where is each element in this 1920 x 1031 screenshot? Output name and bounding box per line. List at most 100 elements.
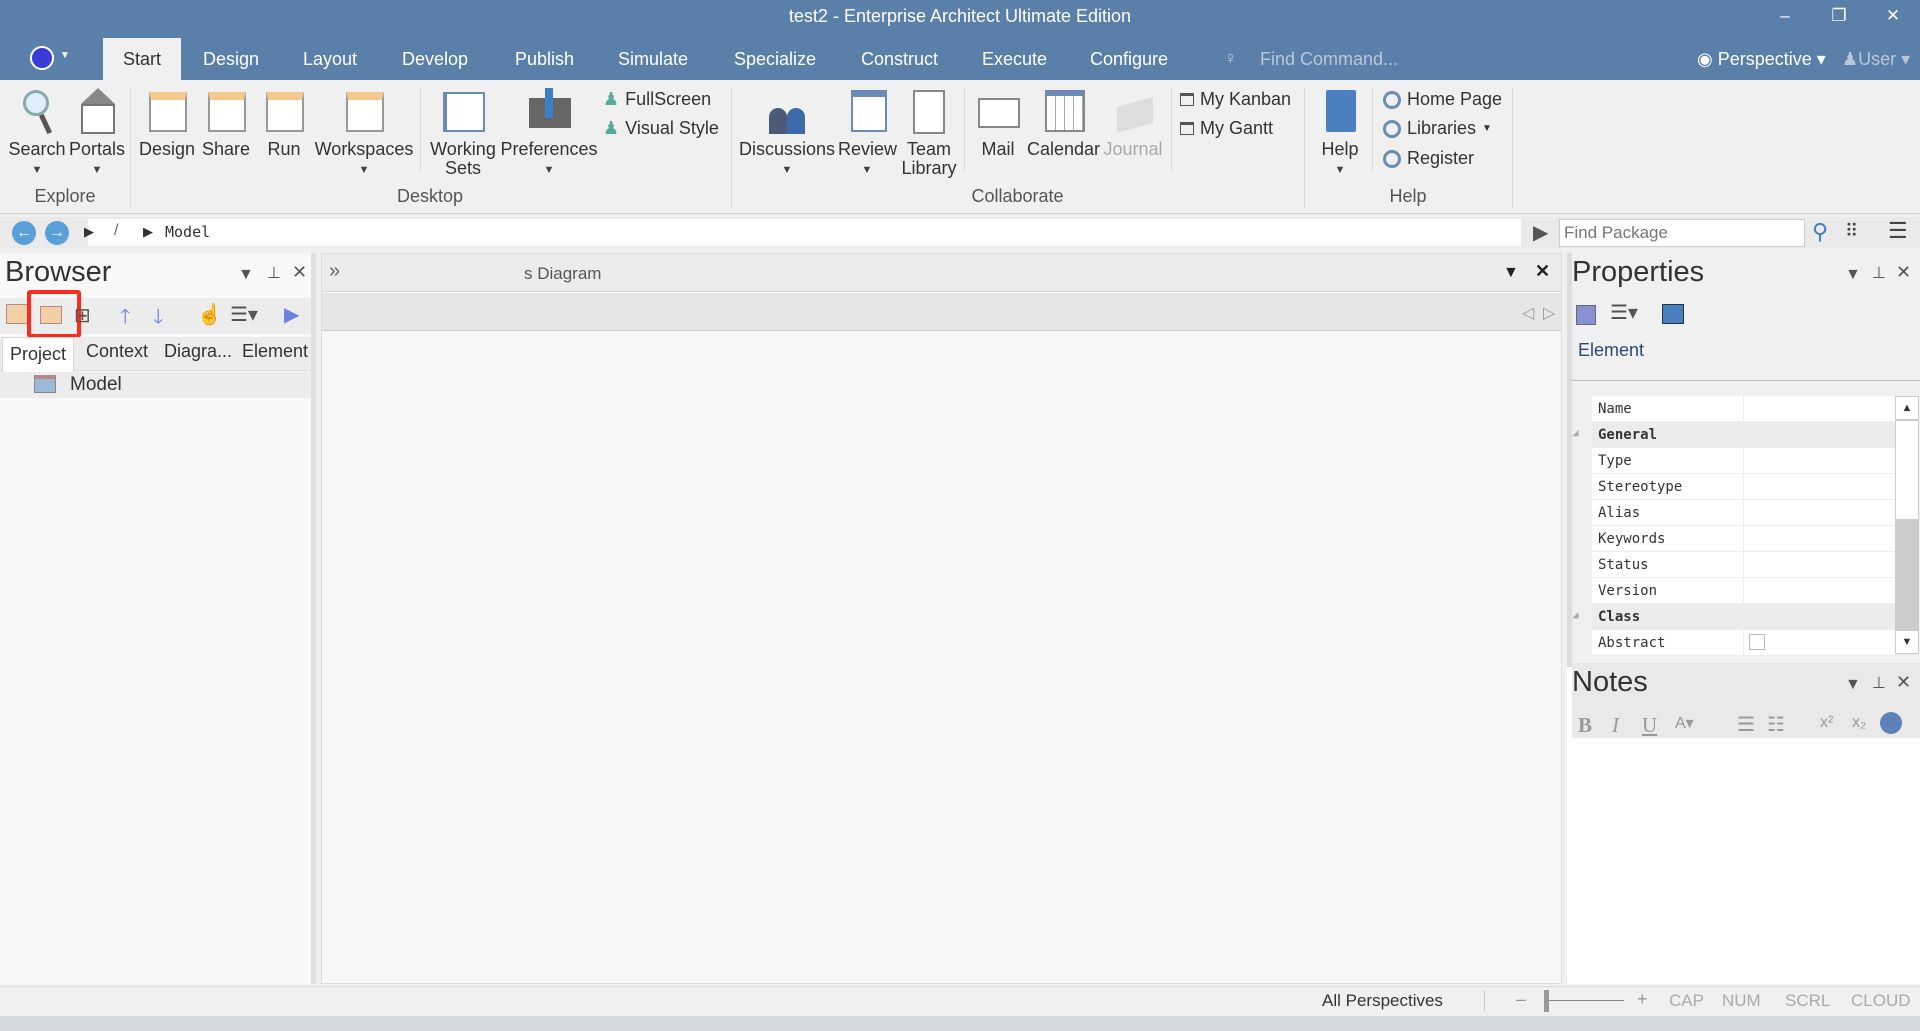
panel-dropdown-icon[interactable]: ▼ [1845, 676, 1861, 694]
minimize-button[interactable]: – [1770, 6, 1800, 26]
restore-button[interactable]: ❐ [1824, 6, 1854, 26]
tab-publish[interactable]: Publish [495, 38, 594, 80]
home-page-button[interactable]: Home Page [1383, 89, 1502, 110]
my-gantt-button[interactable]: My Gantt [1180, 118, 1273, 139]
property-value[interactable] [1744, 630, 1895, 655]
dropdown-icon[interactable]: ▼ [1503, 264, 1519, 282]
subscript-icon[interactable]: x₂ [1852, 714, 1866, 732]
pin-icon[interactable]: ⊥ [267, 263, 281, 283]
collapse-icon[interactable]: ◢ [1572, 608, 1579, 621]
help-button[interactable]: Help ▼ [1312, 88, 1368, 180]
property-value[interactable] [1744, 500, 1895, 525]
chart-icon[interactable] [1662, 304, 1684, 324]
close-icon[interactable]: ✕ [292, 262, 307, 283]
workspaces-button[interactable]: Workspaces ▼ [314, 88, 414, 180]
collapse-icon[interactable]: ◢ [1572, 426, 1579, 439]
back-button[interactable]: ← [12, 221, 36, 245]
review-button[interactable]: Review ▼ [838, 88, 897, 180]
visual-style-button[interactable]: ♟ Visual Style [603, 118, 719, 139]
underline-button[interactable]: U [1642, 713, 1657, 738]
fullscreen-button[interactable]: ♟ FullScreen [603, 89, 711, 110]
journal-button[interactable]: Journal [1100, 88, 1166, 159]
new-package-icon[interactable] [6, 304, 28, 324]
tab-start[interactable]: Start [103, 38, 182, 80]
superscript-icon[interactable]: x² [1820, 714, 1833, 732]
register-button[interactable]: Register [1383, 148, 1474, 169]
tab-execute[interactable]: Execute [962, 38, 1067, 80]
breadcrumb-item-model[interactable]: Model [165, 223, 210, 241]
panel-dropdown-icon[interactable]: ▼ [238, 266, 254, 284]
tab-configure[interactable]: Configure [1070, 38, 1188, 80]
working-sets-button[interactable]: Working Sets [428, 88, 498, 178]
bold-button[interactable]: B [1578, 713, 1592, 738]
scrollbar-thumb[interactable] [1895, 420, 1919, 520]
pin-icon[interactable]: ⊥ [1872, 673, 1886, 693]
search-button[interactable]: Search ▼ [8, 88, 66, 180]
preferences-button[interactable]: Preferences ▼ [500, 88, 598, 180]
portals-button[interactable]: Portals ▼ [68, 88, 126, 180]
property-row[interactable]: Stereotype [1592, 474, 1895, 500]
scroll-right-icon[interactable]: ▷ [1543, 303, 1555, 323]
grid-icon[interactable]: ⠿ [1845, 221, 1858, 242]
property-row[interactable]: Version [1592, 578, 1895, 604]
property-value[interactable] [1744, 422, 1895, 447]
move-down-icon[interactable]: 🡓 [153, 302, 163, 336]
close-icon[interactable]: ✕ [1535, 261, 1550, 282]
find-command-input[interactable]: Find Command... [1260, 38, 1398, 80]
zoom-slider-thumb[interactable] [1544, 990, 1549, 1012]
run-button[interactable]: Run [256, 88, 312, 159]
touch-icon[interactable]: ☝ [197, 302, 222, 327]
design-button[interactable]: Design [137, 88, 197, 159]
property-row[interactable]: Type [1592, 448, 1895, 474]
scrollbar[interactable]: ▲ ▼ [1895, 396, 1919, 654]
tab-specialize[interactable]: Specialize [714, 38, 836, 80]
calendar-button[interactable]: Calendar [1027, 88, 1100, 159]
property-value[interactable] [1744, 526, 1895, 551]
property-category[interactable]: ◢ Class [1572, 604, 1895, 630]
share-button[interactable]: Share [198, 88, 254, 159]
property-row[interactable]: Status [1592, 552, 1895, 578]
perspectives-status[interactable]: All Perspectives [1322, 991, 1443, 1011]
tab-construct[interactable]: Construct [841, 38, 958, 80]
play-icon[interactable]: ▶ [1533, 220, 1548, 245]
tree-item-model[interactable]: Model [0, 372, 311, 398]
property-value[interactable] [1744, 396, 1895, 421]
property-value[interactable] [1744, 604, 1895, 629]
property-category[interactable]: ◢ General [1572, 422, 1895, 448]
property-value[interactable] [1744, 578, 1895, 603]
list-menu-icon[interactable]: ☰▾ [1610, 300, 1638, 325]
zoom-in-button[interactable]: + [1637, 989, 1648, 1010]
user-button[interactable]: ♟User ▾ [1842, 49, 1910, 70]
zoom-out-button[interactable]: – [1516, 989, 1526, 1010]
save-icon[interactable] [1576, 305, 1596, 325]
property-row[interactable]: Abstract [1592, 630, 1895, 656]
close-icon[interactable]: ✕ [1896, 262, 1911, 283]
double-chevron-icon[interactable]: » [329, 260, 340, 283]
property-value[interactable] [1744, 552, 1895, 577]
tab-element[interactable]: Element [242, 341, 308, 362]
panel-dropdown-icon[interactable]: ▼ [1845, 266, 1861, 284]
diagram-tab[interactable]: s Diagram [524, 264, 601, 284]
notes-editor[interactable] [1572, 740, 1920, 984]
my-kanban-button[interactable]: My Kanban [1180, 89, 1291, 110]
tab-context[interactable]: Context [86, 341, 148, 362]
abstract-checkbox[interactable] [1749, 634, 1765, 650]
diagram-canvas[interactable] [322, 332, 1561, 983]
move-up-icon[interactable]: 🡑 [120, 302, 130, 336]
team-library-button[interactable]: Team Library [898, 88, 960, 178]
play-icon[interactable]: ▶ [284, 302, 299, 327]
property-row[interactable]: Name [1592, 396, 1895, 422]
pin-icon[interactable]: ⊥ [1872, 263, 1886, 283]
tab-simulate[interactable]: Simulate [598, 38, 708, 80]
close-window-button[interactable]: ✕ [1878, 6, 1908, 26]
tab-project[interactable]: Project [2, 337, 74, 372]
tab-develop[interactable]: Develop [382, 38, 488, 80]
property-row[interactable]: Alias [1592, 500, 1895, 526]
menu-icon[interactable]: ☰ [1888, 218, 1908, 244]
tab-layout[interactable]: Layout [283, 38, 377, 80]
zoom-slider[interactable] [1544, 1000, 1624, 1001]
search-icon[interactable]: ⚲ [1812, 219, 1828, 245]
property-row[interactable]: Keywords [1592, 526, 1895, 552]
forward-button[interactable]: → [45, 221, 69, 245]
property-value[interactable] [1744, 474, 1895, 499]
